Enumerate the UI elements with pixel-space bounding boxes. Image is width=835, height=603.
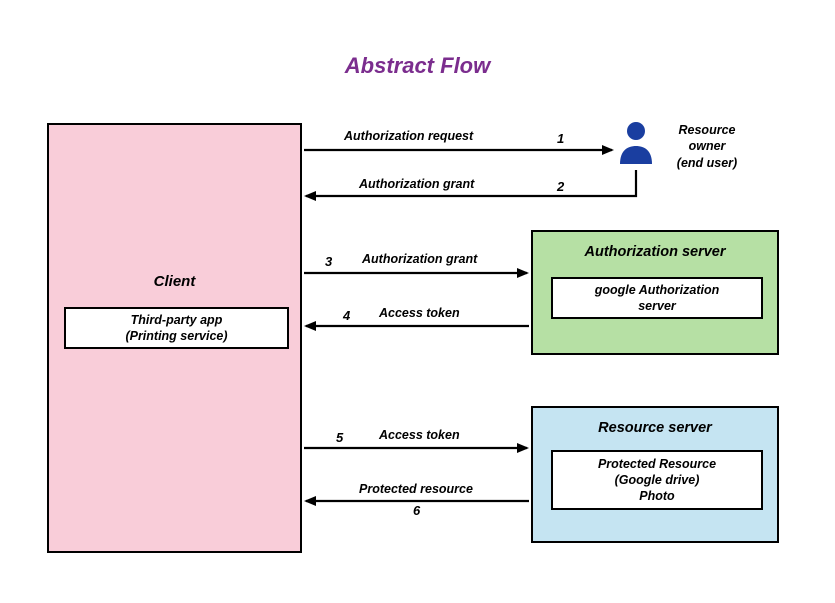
arrow2-num: 2 bbox=[557, 179, 564, 194]
res-sub-line1: Protected Resource bbox=[598, 456, 716, 472]
arrow1-label: Authorization request bbox=[344, 129, 473, 143]
arrow3-label: Authorization grant bbox=[362, 252, 477, 266]
resource-owner-line3: (end user) bbox=[677, 156, 737, 170]
resource-owner-line1: Resource bbox=[679, 123, 736, 137]
resource-server-box: Resource server Protected Resource (Goog… bbox=[531, 406, 779, 543]
resource-server-label: Resource server bbox=[533, 420, 777, 436]
arrow2-label: Authorization grant bbox=[359, 177, 474, 191]
authorization-server-subbox: google Authorization server bbox=[551, 277, 763, 319]
arrow4-label: Access token bbox=[379, 306, 460, 320]
resource-server-subbox: Protected Resource (Google drive) Photo bbox=[551, 450, 763, 510]
client-box: Client Third-party app (Printing service… bbox=[47, 123, 302, 553]
resource-owner-line2: owner bbox=[689, 139, 726, 153]
arrow6-label: Protected resource bbox=[359, 482, 473, 496]
auth-sub-line1: google Authorization bbox=[595, 282, 720, 298]
user-icon bbox=[616, 120, 656, 168]
arrow5-num: 5 bbox=[336, 430, 343, 445]
arrow6-num: 6 bbox=[413, 503, 420, 518]
client-label: Client bbox=[49, 273, 300, 290]
arrow1-num: 1 bbox=[557, 131, 564, 146]
diagram-title: Abstract Flow bbox=[0, 53, 835, 79]
arrow5-label: Access token bbox=[379, 428, 460, 442]
arrow4-num: 4 bbox=[343, 308, 350, 323]
client-sub-line2: (Printing service) bbox=[125, 328, 227, 344]
authorization-server-label: Authorization server bbox=[533, 244, 777, 260]
res-sub-line2: (Google drive) bbox=[615, 472, 700, 488]
res-sub-line3: Photo bbox=[639, 488, 674, 504]
auth-sub-line2: server bbox=[638, 298, 676, 314]
authorization-server-box: Authorization server google Authorizatio… bbox=[531, 230, 779, 355]
resource-owner-label: Resource owner (end user) bbox=[662, 122, 752, 171]
client-subbox: Third-party app (Printing service) bbox=[64, 307, 289, 349]
arrow3-num: 3 bbox=[325, 254, 332, 269]
client-sub-line1: Third-party app bbox=[131, 312, 223, 328]
